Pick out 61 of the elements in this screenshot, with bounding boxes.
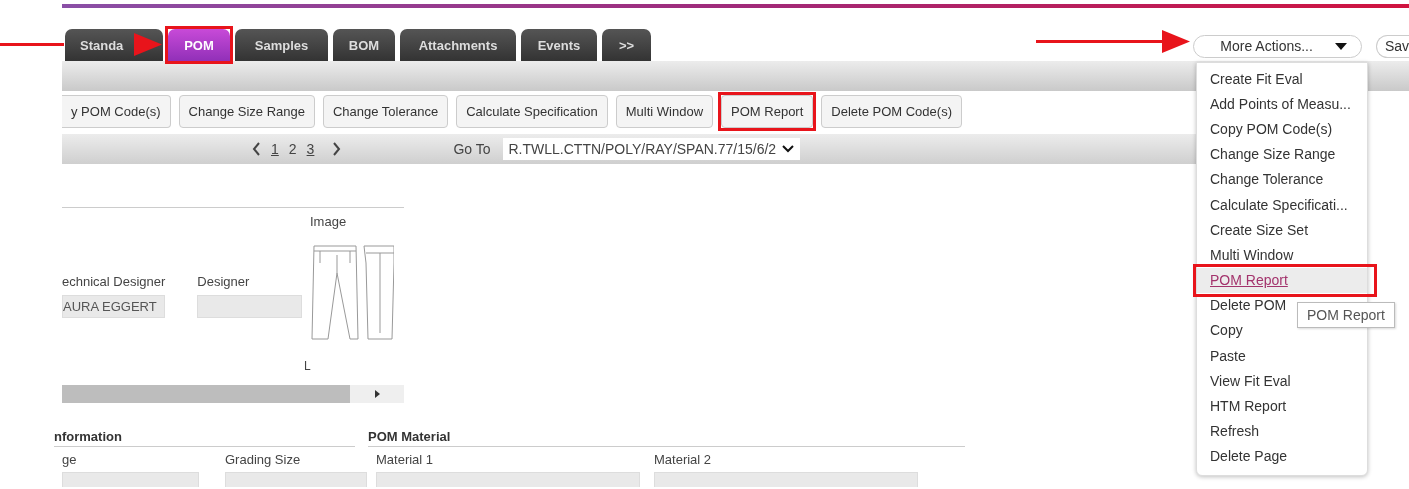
tab[interactable]: Attachments xyxy=(400,29,516,61)
toolbar-button[interactable]: Change Tolerance xyxy=(322,95,449,128)
menu-item[interactable]: Create Fit Eval xyxy=(1197,66,1367,92)
menu-item[interactable]: Calculate Specificati... xyxy=(1197,191,1367,218)
menu-item[interactable]: Change Size Range xyxy=(1197,141,1367,167)
menu-item[interactable]: Add Points of Measu... xyxy=(1197,91,1367,117)
tab[interactable]: Samples xyxy=(235,29,328,61)
scroll-right-icon[interactable] xyxy=(374,390,380,398)
save-button[interactable]: Sav xyxy=(1375,34,1409,58)
toolbar-button[interactable]: Calculate Specification xyxy=(456,95,608,128)
page-link[interactable]: 2 xyxy=(288,141,297,157)
image-caption: L xyxy=(304,359,312,373)
toolbar-button[interactable]: Multi Window xyxy=(615,95,714,128)
input-field[interactable] xyxy=(62,472,199,487)
menu-item[interactable]: Multi Window xyxy=(1197,242,1367,268)
menu-item[interactable]: Refresh xyxy=(1197,418,1367,444)
chevron-down-icon xyxy=(782,145,795,153)
toolbar-button[interactable]: y POM Code(s) xyxy=(62,95,171,128)
arrow-icon xyxy=(1036,27,1190,56)
field-label: ge xyxy=(62,452,78,467)
scrollbar[interactable] xyxy=(62,385,404,403)
tab[interactable]: POM xyxy=(168,29,230,61)
arrow-icon xyxy=(0,30,162,59)
more-actions-button[interactable]: More Actions... xyxy=(1193,34,1362,58)
menu-item[interactable]: Copy POM Code(s) xyxy=(1197,116,1367,142)
tab[interactable]: Events xyxy=(521,29,597,61)
menu-item[interactable]: Paste xyxy=(1197,343,1367,369)
field-label: Material 2 xyxy=(654,452,713,467)
field-label: Grading Size xyxy=(225,452,302,467)
previous-icon[interactable] xyxy=(252,142,261,156)
menu-item[interactable]: HTM Report xyxy=(1197,393,1367,419)
page-link[interactable]: 3 xyxy=(306,141,315,157)
menu-item[interactable]: Change Tolerance xyxy=(1197,166,1367,192)
field-label: Material 1 xyxy=(376,452,435,467)
image-label: Image xyxy=(310,214,348,229)
input-field[interactable] xyxy=(654,472,918,487)
caret-icon xyxy=(1334,42,1347,50)
tab[interactable]: >> xyxy=(602,29,651,61)
input-field[interactable] xyxy=(197,295,303,318)
menu-item[interactable]: Create Size Set xyxy=(1197,217,1367,243)
toolbar-button[interactable]: Change Size Range xyxy=(178,95,315,128)
highlight-frame xyxy=(165,26,233,64)
input-field[interactable] xyxy=(225,472,367,487)
section-title: POM Material xyxy=(368,429,965,447)
tab[interactable]: BOM xyxy=(333,29,395,61)
toolbar-button[interactable]: Delete POM Code(s) xyxy=(821,95,962,128)
menu-item[interactable]: POM Report xyxy=(1197,267,1367,293)
menu-item[interactable]: Delete Page xyxy=(1197,443,1367,469)
toolbar-button[interactable]: POM Report xyxy=(721,95,814,128)
section-title: nformation xyxy=(54,429,355,447)
page-link[interactable]: 1 xyxy=(271,141,279,157)
input-field[interactable] xyxy=(376,472,640,487)
tab[interactable]: Standa xyxy=(65,29,163,61)
go-to-select[interactable]: R.TWLL.CTTN/POLY/RAY/SPAN.77/15/6/2 xyxy=(502,138,801,160)
input-field[interactable]: AURA EGGERT xyxy=(62,295,166,318)
field-label: echnical Designer xyxy=(62,274,166,289)
menu-item[interactable]: View Fit Eval xyxy=(1197,368,1367,394)
tooltip: POM Report xyxy=(1297,302,1395,328)
field-label: Designer xyxy=(197,274,251,289)
next-icon[interactable] xyxy=(332,142,342,156)
go-to-label: Go To xyxy=(453,141,491,157)
